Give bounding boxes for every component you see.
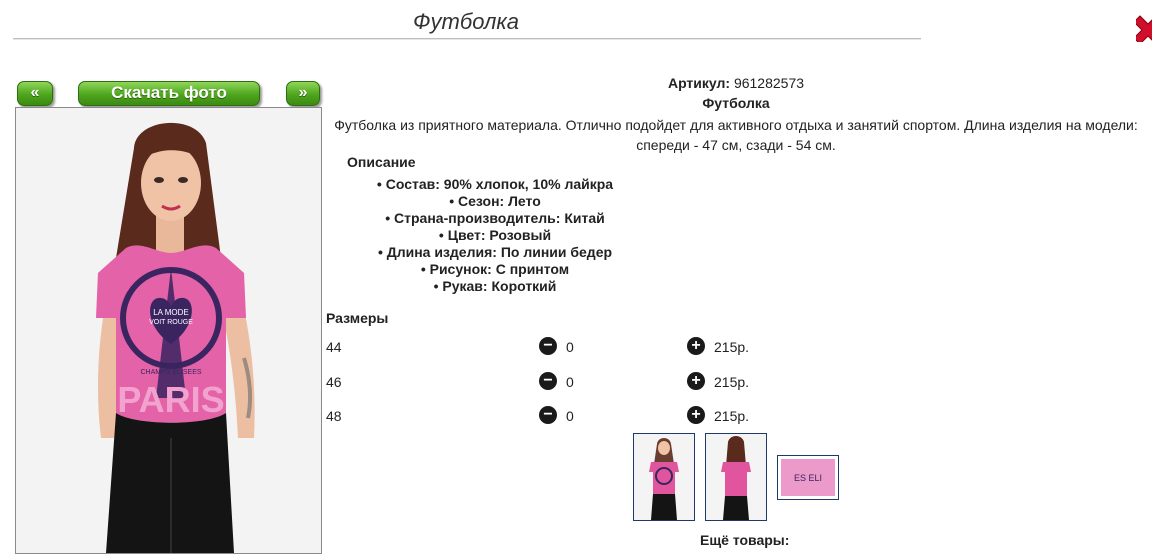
thumbnail-front[interactable] [633, 433, 695, 521]
article-value: 961282573 [733, 75, 805, 91]
attribute-text: Сезон: Лето [458, 193, 541, 209]
description-heading: Описание [347, 154, 416, 170]
thumbnail-front-image [634, 434, 694, 520]
attribute-item: • Длина изделия: По линии бедер [377, 244, 613, 260]
model-illustration: LA MODE VOIT ROUGE CHAMPS ELISEES PARIS [16, 108, 321, 553]
more-products-heading: Ещё товары: [700, 532, 790, 548]
size-label: 44 [326, 339, 342, 355]
print-word: PARIS [117, 379, 224, 420]
article-line: Артикул: 961282573 [320, 75, 1152, 91]
product-name: Футболка [702, 95, 770, 111]
attribute-text: Страна-производитель: Китай [394, 210, 605, 226]
attribute-text: Состав: 90% хлопок, 10% лайкра [385, 176, 614, 192]
attribute-text: Рукав: Короткий [442, 278, 557, 294]
quantity-value: 0 [566, 339, 574, 355]
attribute-item: • Рисунок: С принтом [420, 261, 570, 277]
size-label: 48 [326, 408, 342, 424]
print-line2: VOIT ROUGE [149, 319, 193, 326]
print-line1: LA MODE [153, 308, 189, 317]
size-row: 44 − 0 + 215р. [320, 337, 820, 359]
attribute-text: Рисунок: С принтом [429, 261, 570, 277]
decrease-quantity-button[interactable]: − [539, 372, 557, 390]
attribute-item: • Рукав: Короткий [433, 278, 557, 294]
size-price: 215р. [714, 339, 750, 355]
decrease-quantity-button[interactable]: − [539, 406, 557, 424]
decrease-quantity-button[interactable]: − [539, 337, 557, 355]
attribute-item: • Страна-производитель: Китай [385, 210, 605, 226]
print-band: CHAMPS ELISEES [140, 369, 201, 376]
attribute-list: • Состав: 90% хлопок, 10% лайкра • Сезон… [320, 176, 670, 295]
title-divider [13, 38, 921, 40]
quantity-value: 0 [566, 374, 574, 390]
page-title: Футболка [413, 9, 519, 34]
thumbnail-detail[interactable]: ES ELI [777, 455, 839, 500]
increase-quantity-button[interactable]: + [687, 372, 705, 390]
thumbnail-back-image [706, 434, 766, 520]
prev-photo-button[interactable]: « [17, 81, 53, 106]
attribute-item: • Цвет: Розовый [438, 227, 552, 243]
attribute-item: • Состав: 90% хлопок, 10% лайкра [376, 176, 614, 192]
quantity-value: 0 [566, 408, 574, 424]
thumbnail-back[interactable] [705, 433, 767, 521]
next-photo-button[interactable]: » [286, 81, 320, 106]
size-row: 46 − 0 + 215р. [320, 372, 820, 394]
attribute-text: Длина изделия: По линии бедер [386, 244, 613, 260]
thumbnail-detail-image: ES ELI [781, 459, 835, 496]
article-label: Артикул: [667, 75, 731, 91]
increase-quantity-button[interactable]: + [687, 406, 705, 424]
attribute-item: • Сезон: Лето [449, 193, 541, 209]
product-description: Футболка из приятного материала. Отлично… [334, 117, 1138, 153]
product-photo: LA MODE VOIT ROUGE CHAMPS ELISEES PARIS [15, 107, 322, 554]
sizes-heading: Размеры [326, 310, 389, 326]
close-button[interactable] [1136, 14, 1152, 42]
attribute-text: Цвет: Розовый [447, 227, 552, 243]
size-label: 46 [326, 374, 342, 390]
close-x-icon [1136, 15, 1152, 42]
size-price: 215р. [714, 374, 750, 390]
increase-quantity-button[interactable]: + [687, 337, 705, 355]
detail-text: ES ELI [794, 473, 822, 483]
size-row: 48 − 0 + 215р. [320, 406, 820, 428]
download-photo-button[interactable]: Скачать фото [78, 81, 260, 106]
size-price: 215р. [714, 408, 750, 424]
